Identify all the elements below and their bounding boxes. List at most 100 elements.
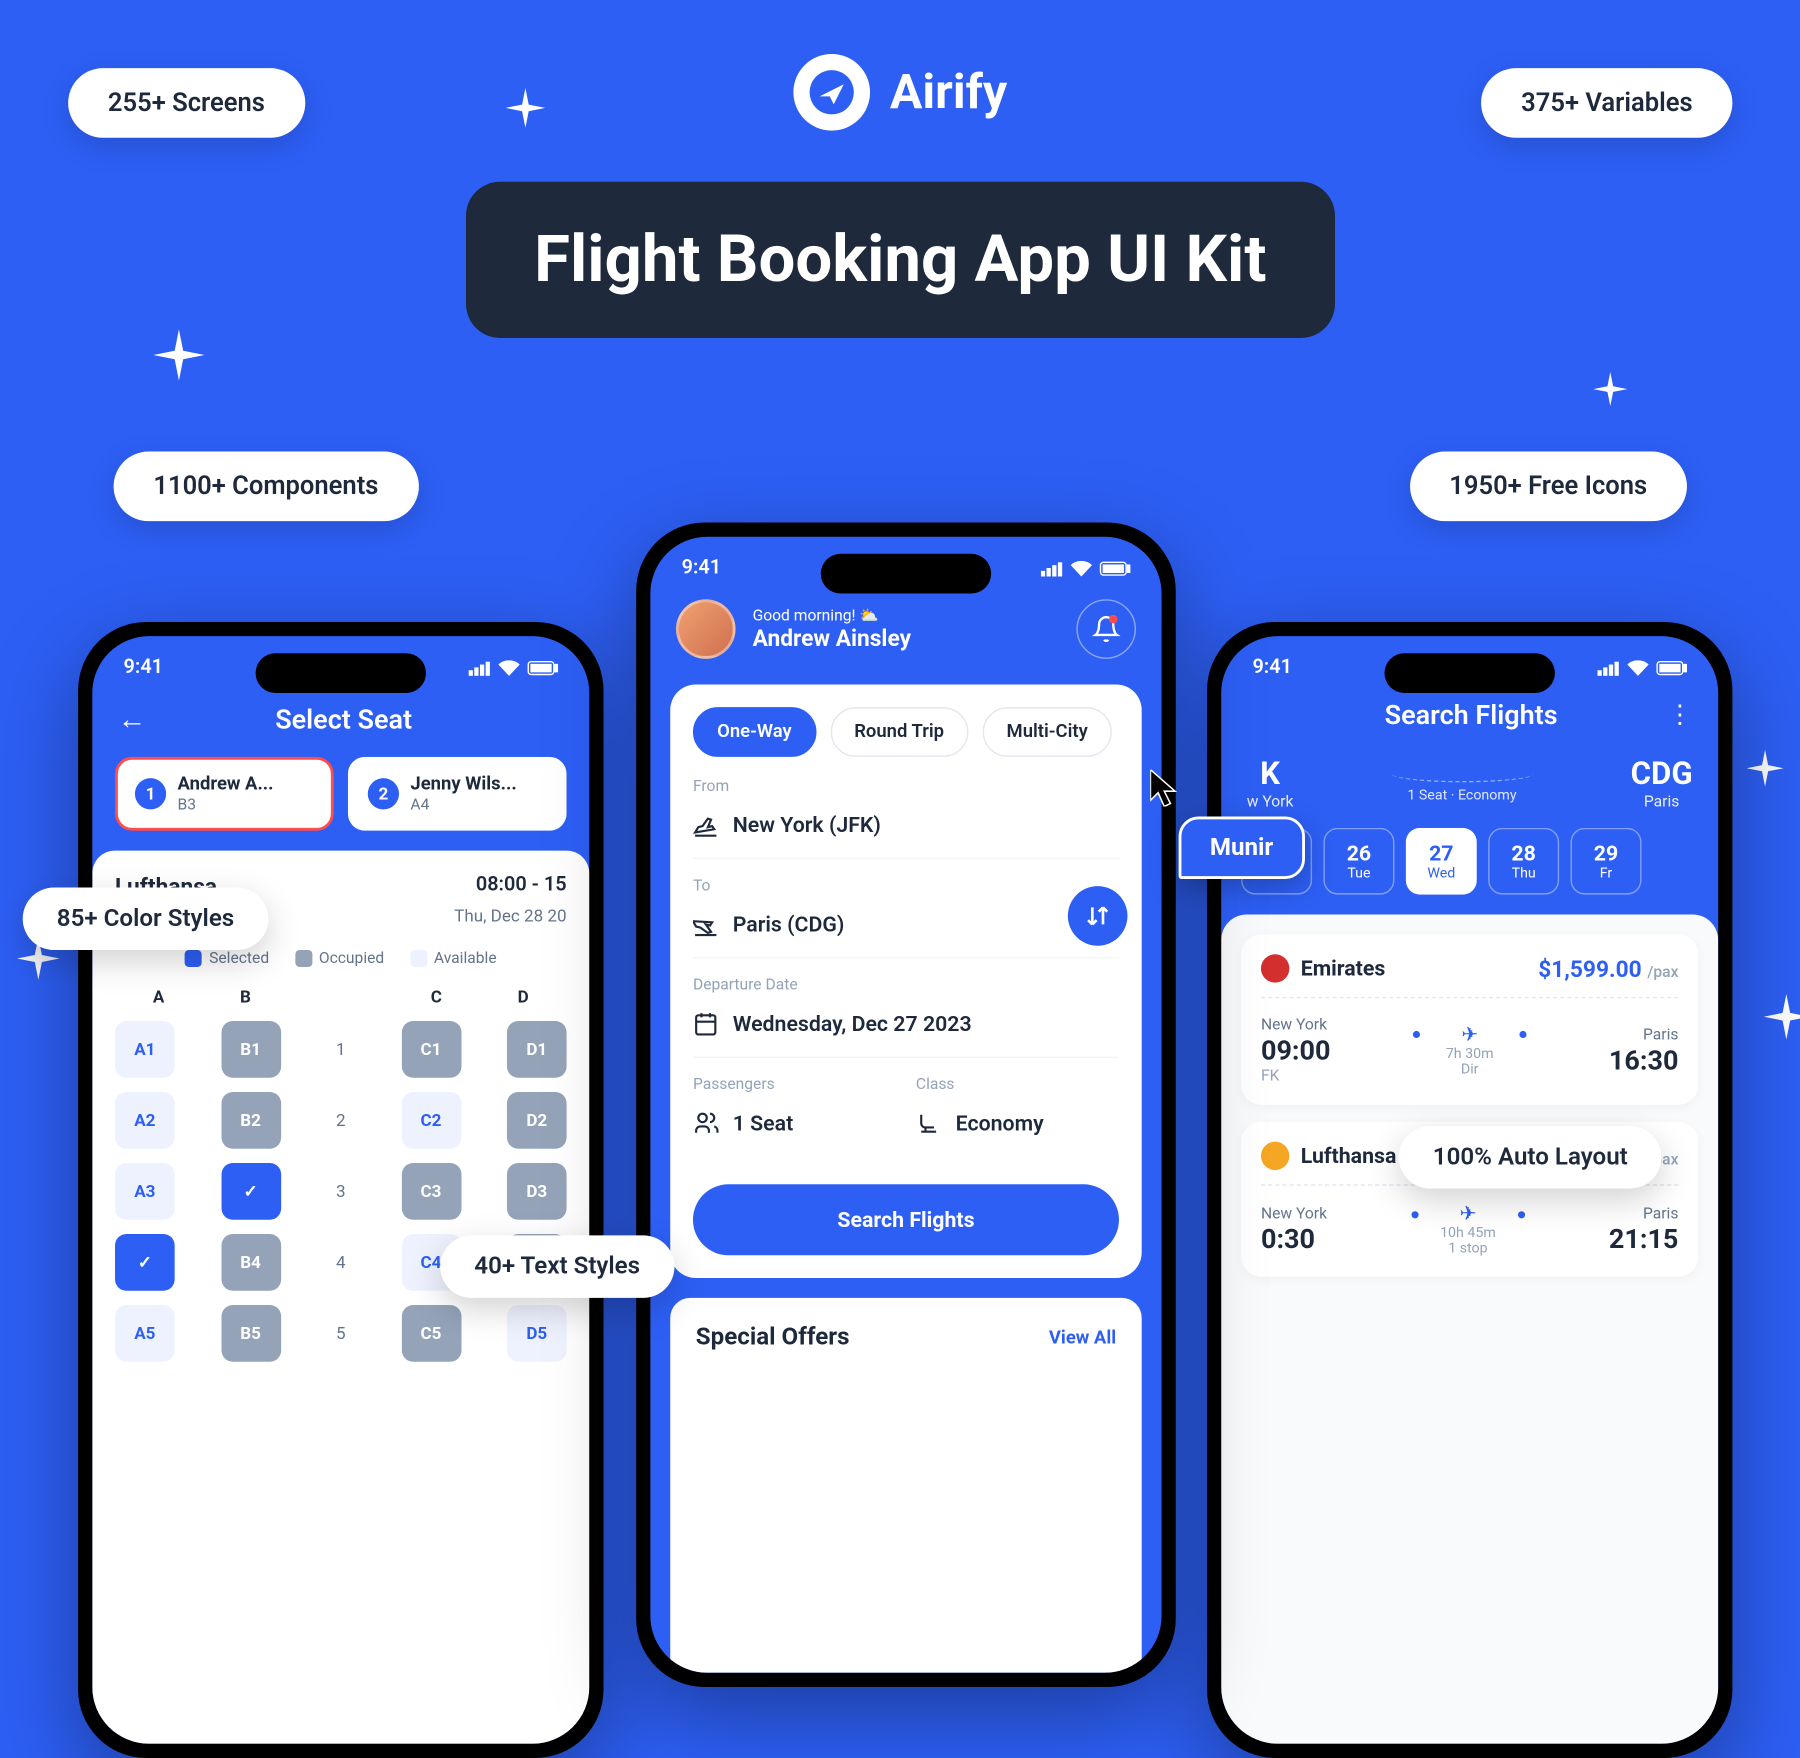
flight-time: 08:00 - 15 [476, 873, 567, 900]
to-value: Paris (CDG) [733, 912, 845, 938]
search-form-card: One-Way Round Trip Multi-City From New Y… [670, 684, 1141, 1278]
sparkle-decoration [1747, 750, 1784, 787]
passenger-number: 1 [135, 778, 166, 809]
phone-notch [1385, 653, 1555, 693]
seat[interactable]: C5 [401, 1305, 461, 1362]
seat[interactable]: D1 [507, 1021, 567, 1078]
sparkle-decoration [153, 329, 204, 380]
phone-search-results: 9:41 Search Flights ⋮ K w York 1 Seat · … [1207, 622, 1732, 1758]
origin-code: K [1247, 757, 1294, 793]
greeting-text: Good morning! ⛅ [753, 606, 911, 624]
badge-screens: 255+ Screens [68, 68, 305, 138]
status-icons [1041, 557, 1130, 580]
class-label: Class [916, 1075, 1119, 1093]
trip-tab-multicity[interactable]: Multi-City [982, 707, 1112, 757]
flight-date: Thu, Dec 28 20 [454, 906, 566, 926]
phone-notch [821, 554, 991, 594]
row-number: 5 [327, 1323, 355, 1343]
passenger-seat: B3 [178, 795, 274, 813]
origin-city: w York [1247, 792, 1294, 810]
brand-name: Airify [890, 64, 1007, 121]
plane-landing-icon [693, 912, 719, 938]
logo-icon [793, 54, 870, 131]
trip-tab-roundtrip[interactable]: Round Trip [830, 707, 968, 757]
route-summary: 1 Seat · Economy [1391, 765, 1533, 803]
passengers-value: 1 Seat [733, 1110, 794, 1136]
passenger-name: Andrew A... [178, 774, 274, 795]
phone-home: 9:41 Good morning! ⛅ Andrew Ainsley One-… [636, 523, 1176, 1687]
departure-label: Departure Date [693, 976, 1119, 994]
seat-legend: Selected Occupied Available [115, 949, 567, 967]
class-value: Economy [956, 1110, 1044, 1136]
main-title: Flight Booking App UI Kit [466, 182, 1335, 338]
seat[interactable]: A3 [115, 1163, 175, 1220]
view-all-link[interactable]: View All [1049, 1327, 1116, 1348]
seat[interactable]: A1 [115, 1021, 175, 1078]
more-button[interactable]: ⋮ [1667, 700, 1693, 730]
seat-icon [916, 1110, 942, 1136]
seat[interactable]: D5 [507, 1305, 567, 1362]
seat[interactable]: B5 [221, 1305, 281, 1362]
sparkle-decoration [1764, 994, 1800, 1039]
user-name: Andrew Ainsley [753, 625, 911, 652]
date-chip[interactable]: 26Tue [1323, 828, 1394, 895]
status-time: 9:41 [682, 557, 721, 580]
status-time: 9:41 [1252, 656, 1291, 679]
screen-title: Select Seat [166, 703, 521, 736]
seat[interactable]: ✓ [221, 1163, 281, 1220]
notifications-button[interactable] [1076, 599, 1136, 659]
back-button[interactable]: ← [118, 701, 146, 737]
passenger-tab-2[interactable]: 2 Jenny Wils... A4 [348, 757, 567, 831]
row-number: 4 [327, 1252, 355, 1272]
users-icon [693, 1110, 719, 1136]
row-number: 1 [327, 1039, 355, 1059]
seat-column-headers: ABCD [115, 987, 567, 1007]
seat[interactable]: D2 [507, 1092, 567, 1149]
seat[interactable]: A2 [115, 1092, 175, 1149]
sparkle-decoration [1593, 372, 1627, 406]
passenger-tab-1[interactable]: 1 Andrew A... B3 [115, 757, 334, 831]
phone-notch [256, 653, 426, 693]
date-chip[interactable]: 27Wed [1406, 828, 1477, 895]
badge-components: 1100+ Components [114, 452, 419, 522]
passenger-name: Jenny Wils... [410, 774, 516, 795]
flight-card[interactable]: Emirates$1,599.00 /paxNew York09:00FK✈7h… [1241, 934, 1698, 1104]
seat[interactable]: B1 [221, 1021, 281, 1078]
departure-value: Wednesday, Dec 27 2023 [733, 1011, 972, 1037]
to-label: To [693, 876, 1119, 894]
seat[interactable]: C2 [401, 1092, 461, 1149]
status-icons [1598, 656, 1687, 679]
sparkle-decoration [506, 88, 546, 128]
status-time: 9:41 [124, 656, 163, 679]
trip-tab-oneway[interactable]: One-Way [693, 707, 816, 757]
badge-text-styles: 40+ Text Styles [440, 1235, 674, 1297]
dest-code: CDG [1631, 757, 1693, 793]
date-chip[interactable]: 29Fr [1571, 828, 1642, 895]
passengers-label: Passengers [693, 1075, 896, 1093]
badge-icons: 1950+ Free Icons [1410, 452, 1687, 522]
to-field[interactable]: To Paris (CDG) [693, 876, 1119, 958]
seat[interactable]: C3 [401, 1163, 461, 1220]
screen-title: Search Flights [1275, 699, 1667, 732]
cursor-user-tag: Munir [1179, 817, 1305, 879]
class-field[interactable]: Class Economy [916, 1075, 1119, 1156]
row-number: 3 [327, 1181, 355, 1201]
passenger-number: 2 [368, 778, 399, 809]
seat[interactable]: ✓ [115, 1234, 175, 1291]
departure-field[interactable]: Departure Date Wednesday, Dec 27 2023 [693, 976, 1119, 1058]
seat[interactable]: C1 [401, 1021, 461, 1078]
date-chip[interactable]: 28Thu [1488, 828, 1559, 895]
seat[interactable]: D3 [507, 1163, 567, 1220]
seat[interactable]: B4 [221, 1234, 281, 1291]
notification-dot-icon [1109, 615, 1118, 624]
user-avatar[interactable] [676, 599, 736, 659]
calendar-icon [693, 1011, 719, 1037]
seat[interactable]: A5 [115, 1305, 175, 1362]
search-flights-button[interactable]: Search Flights [693, 1184, 1119, 1255]
seat[interactable]: B2 [221, 1092, 281, 1149]
passengers-field[interactable]: Passengers 1 Seat [693, 1075, 896, 1156]
swap-button[interactable] [1068, 886, 1128, 946]
dest-city: Paris [1631, 792, 1693, 810]
from-field[interactable]: From New York (JFK) [693, 777, 1119, 859]
badge-color-styles: 85+ Color Styles [23, 888, 269, 950]
